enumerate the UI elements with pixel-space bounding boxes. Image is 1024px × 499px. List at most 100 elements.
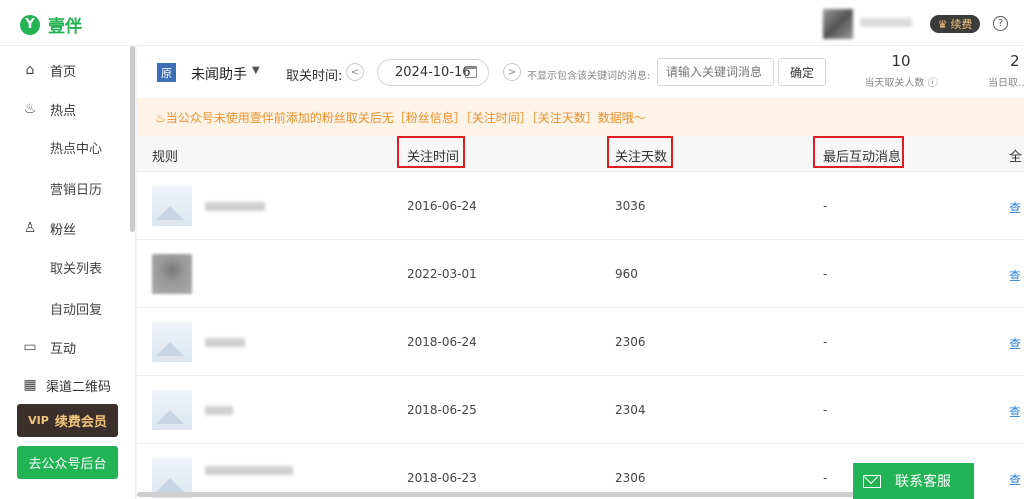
help-icon[interactable]: ? xyxy=(993,16,1008,31)
sidebar-item-label: 营销日历 xyxy=(50,182,103,198)
fan-nickname-blurred xyxy=(205,338,245,347)
view-link[interactable]: 查 xyxy=(1009,403,1021,420)
renew-membership-button[interactable]: VIP 续费会员 xyxy=(17,404,118,437)
view-link[interactable]: 查 xyxy=(1009,267,1021,284)
image-placeholder-icon xyxy=(156,478,184,492)
image-placeholder-icon xyxy=(156,206,184,220)
sidebar-item-hot-center[interactable]: 热点中心 xyxy=(0,134,132,160)
stat-daily-average: 2 当日取…均关… xyxy=(980,52,1024,89)
highlight-box xyxy=(607,136,673,168)
account-name[interactable]: 未闻助手 xyxy=(191,64,247,84)
follow-days: 960 xyxy=(615,267,638,281)
app-name: 壹伴 xyxy=(48,17,82,37)
flame-icon: ♨ xyxy=(23,101,37,117)
user-name-blurred xyxy=(860,18,912,27)
sidebar-scrollbar[interactable] xyxy=(130,46,135,232)
fan-avatar xyxy=(152,390,192,430)
notice-banner: ♨当公众号未使用壹伴前添加的粉丝取关后无［粉丝信息］［关注时间］［关注天数］数据… xyxy=(137,98,1024,136)
table-row: 2018-06-25 2304 - 查 xyxy=(137,376,1024,444)
view-link[interactable]: 查 xyxy=(1009,199,1021,216)
sidebar-item-label: 取关列表 xyxy=(50,261,103,277)
contact-service-button[interactable]: 联系客服 xyxy=(853,463,974,499)
logo-icon: Y xyxy=(20,14,40,35)
view-link[interactable]: 查 xyxy=(1009,335,1021,352)
qrcode-icon: ▦ xyxy=(23,377,37,393)
stat-caption: 当天取关人数 ⓘ xyxy=(864,78,938,89)
last-message: - xyxy=(823,471,828,485)
column-header-all: 全 xyxy=(1009,150,1023,165)
account-avatar[interactable]: 原 xyxy=(157,63,176,82)
date-value: 2024-10-16 xyxy=(395,65,471,80)
last-message: - xyxy=(823,403,828,417)
stat-caption: 当日取…均关… xyxy=(988,78,1024,89)
sidebar-item-label: 粉丝 xyxy=(50,222,77,238)
sidebar-item-channel-qrcode[interactable]: ▦ 渠道二维码 xyxy=(0,372,132,398)
vip-renew-badge[interactable]: ♛ 续费 xyxy=(930,15,980,33)
table-row: 2016-06-24 3036 - 查 xyxy=(137,172,1024,240)
go-backend-button[interactable]: 去公众号后台 xyxy=(17,446,118,479)
sidebar-item-label: 热点中心 xyxy=(50,141,103,157)
crown-icon: ♛ xyxy=(937,17,948,31)
stat-value: 2 xyxy=(1010,52,1020,70)
fan-avatar xyxy=(152,186,192,226)
confirm-button[interactable]: 确定 xyxy=(778,58,826,86)
sidebar-item-unfollow-list[interactable]: 取关列表 xyxy=(0,254,132,280)
horizontal-scrollbar[interactable] xyxy=(137,492,867,497)
follow-days: 3036 xyxy=(615,199,646,213)
vip-crown-icon: VIP xyxy=(28,414,49,427)
last-message: - xyxy=(823,267,828,281)
date-label: 取关时间: xyxy=(286,69,343,84)
top-bar: Y 壹伴 ♛ 续费 ? xyxy=(0,0,1024,46)
vip-renew-label: 续费 xyxy=(950,18,973,31)
calendar-icon xyxy=(465,66,477,78)
follow-days: 2306 xyxy=(615,335,646,349)
prev-date-button[interactable]: < xyxy=(346,63,364,81)
app-logo[interactable]: Y 壹伴 xyxy=(20,12,82,37)
sidebar-item-interaction[interactable]: ▭ 互动 xyxy=(0,334,132,360)
sidebar-item-marketing-calendar[interactable]: 营销日历 xyxy=(0,175,132,201)
renew-membership-label: 续费会员 xyxy=(54,415,107,430)
mail-icon xyxy=(863,474,881,488)
follow-days: 2304 xyxy=(615,403,646,417)
fan-nickname-blurred xyxy=(205,202,265,211)
follow-time: 2018-06-24 xyxy=(407,335,477,349)
filter-bar: 原 未闻助手 ▼ 取关时间: < 2024-10-16 > 不显示包含该关键词的… xyxy=(137,46,1024,98)
stat-value: 10 xyxy=(891,52,911,70)
table-row: 2018-06-24 2306 - 查 xyxy=(137,308,1024,376)
sidebar-item-label: 互动 xyxy=(50,341,77,357)
follow-time: 2018-06-23 xyxy=(407,471,477,485)
highlight-box xyxy=(813,136,904,168)
sidebar-item-hot[interactable]: ♨ 热点 xyxy=(0,96,132,122)
sidebar-item-home[interactable]: ⌂ 首页 xyxy=(0,57,132,83)
fan-avatar xyxy=(152,322,192,362)
date-picker[interactable]: 2024-10-16 xyxy=(377,59,489,86)
sidebar: ⌂ 首页 ♨ 热点 热点中心 营销日历 ♙ 粉丝 取关列表 自动回复 ▭ 互动 … xyxy=(0,46,136,499)
sidebar-item-fans[interactable]: ♙ 粉丝 xyxy=(0,215,132,241)
exclude-keyword-label: 不显示包含该关键词的消息: xyxy=(527,71,651,82)
follow-days: 2306 xyxy=(615,471,646,485)
highlight-box xyxy=(397,136,465,168)
fan-nickname-blurred xyxy=(205,406,233,415)
sidebar-item-label: 渠道二维码 xyxy=(46,379,112,395)
user-avatar[interactable] xyxy=(823,9,853,39)
table-header: 规则 关注时间 关注天数 最后互动消息 全 xyxy=(137,136,1024,172)
sidebar-item-label: 首页 xyxy=(50,64,77,80)
last-message: - xyxy=(823,199,828,213)
fan-nickname-blurred xyxy=(205,466,293,475)
follow-time: 2018-06-25 xyxy=(407,403,477,417)
main-content: 原 未闻助手 ▼ 取关时间: < 2024-10-16 > 不显示包含该关键词的… xyxy=(137,46,1024,499)
chat-icon: ▭ xyxy=(23,339,37,355)
sidebar-item-label: 自动回复 xyxy=(50,302,103,318)
image-placeholder-icon xyxy=(156,410,184,424)
sidebar-item-label: 热点 xyxy=(50,103,77,119)
keyword-input[interactable] xyxy=(657,58,774,86)
sidebar-item-auto-reply[interactable]: 自动回复 xyxy=(0,295,132,321)
fan-avatar xyxy=(152,254,192,294)
next-date-button[interactable]: > xyxy=(503,63,521,81)
user-icon: ♙ xyxy=(23,220,37,236)
column-header-rule: 规则 xyxy=(152,150,179,165)
home-icon: ⌂ xyxy=(25,62,35,78)
view-link[interactable]: 查 xyxy=(1009,471,1021,488)
table-row: 2022-03-01 960 - 查 xyxy=(137,240,1024,308)
chevron-down-icon[interactable]: ▼ xyxy=(252,65,260,76)
